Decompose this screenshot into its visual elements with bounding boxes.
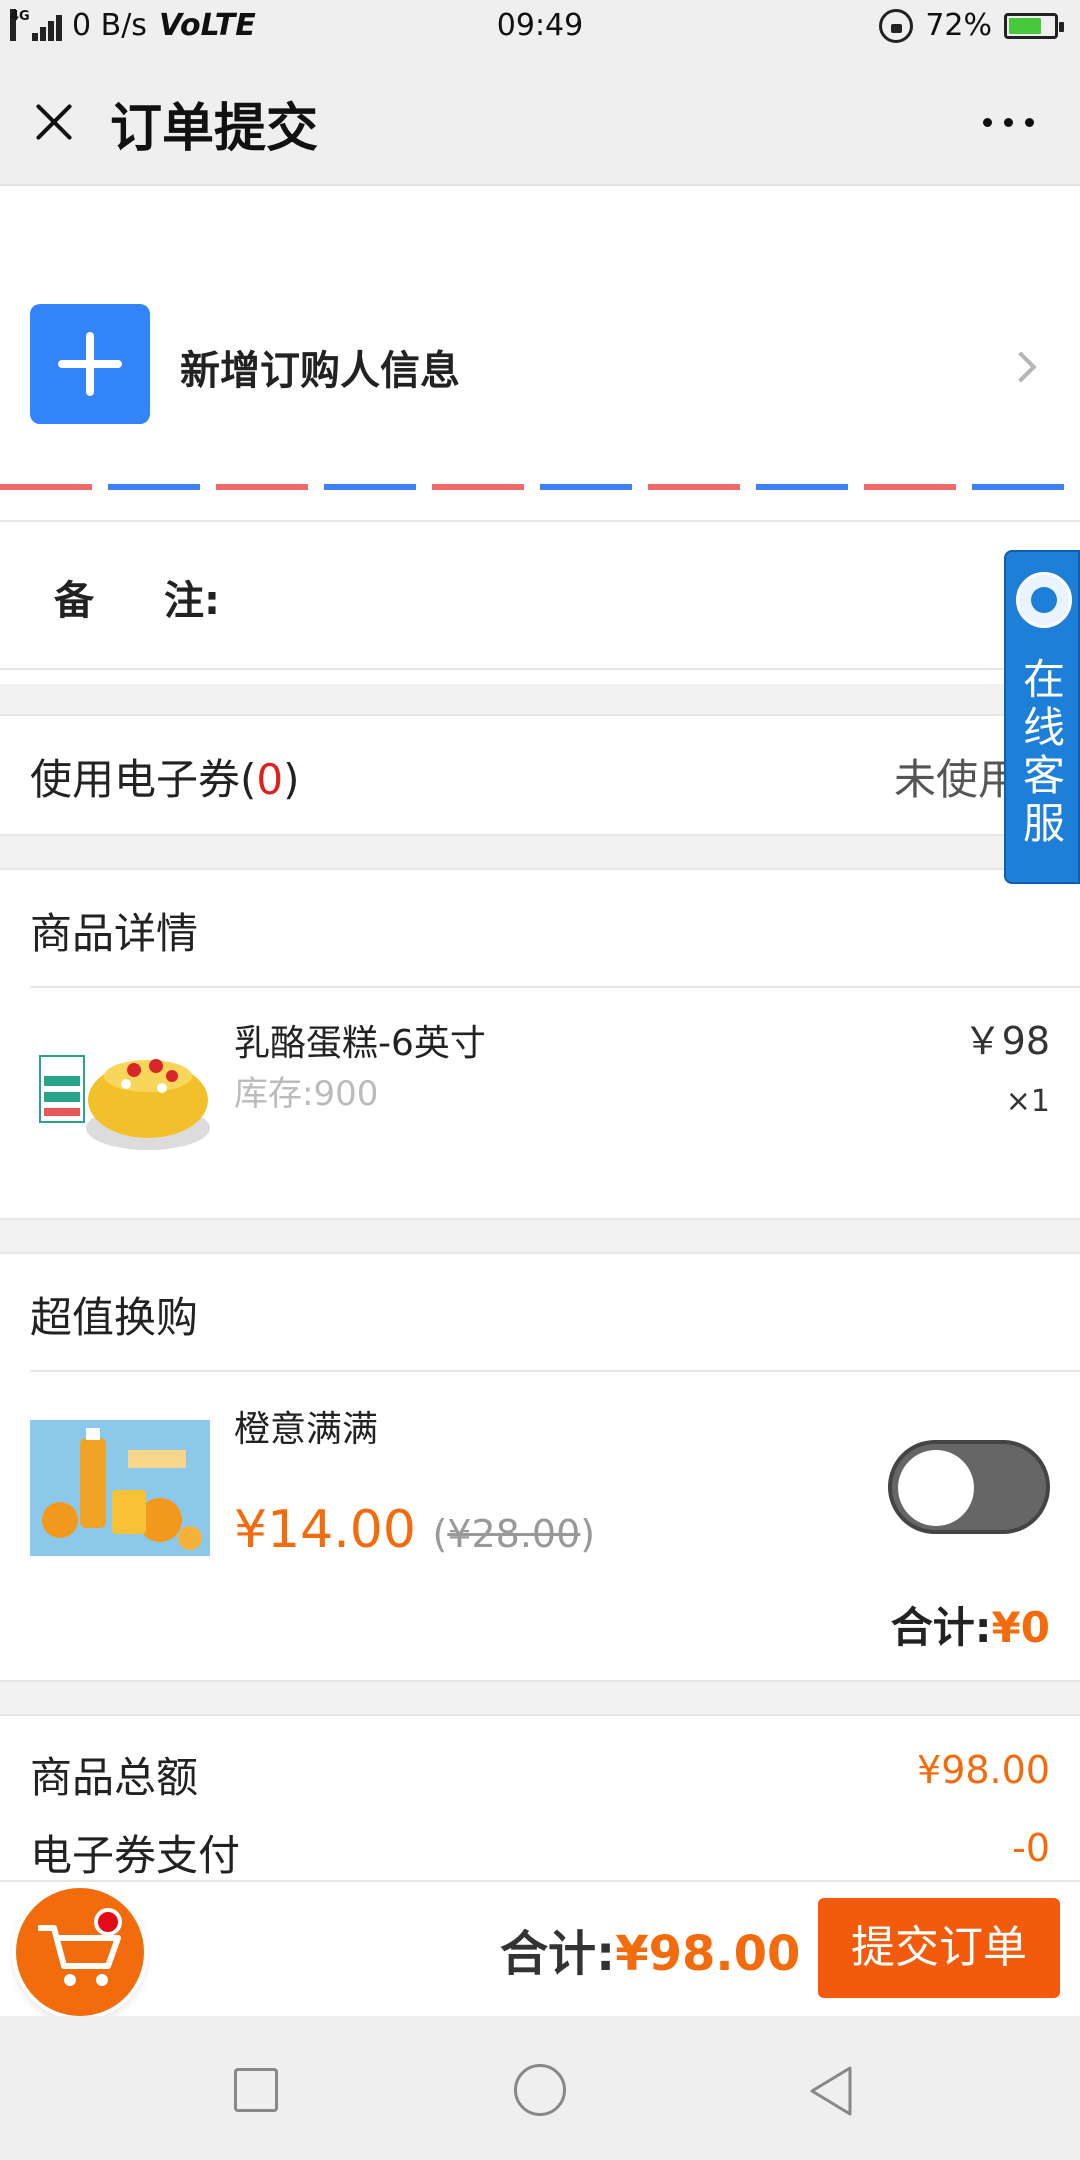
home-icon[interactable]: [514, 2064, 566, 2116]
coupon-label: 使用电子券(: [30, 755, 257, 804]
cart-badge: [94, 1908, 122, 1936]
juice-thumbnail: [30, 1420, 210, 1556]
swap-item-old-price: ¥28.00: [447, 1512, 581, 1556]
online-service-button[interactable]: 在线客服: [1004, 550, 1080, 884]
battery-icon: [1004, 12, 1064, 39]
product-name: 乳酪蛋糕-6英寸: [234, 1023, 486, 1064]
remark-label: 备 注:: [54, 568, 220, 626]
divider: [0, 714, 1080, 716]
app-header: 订单提交: [0, 56, 1080, 186]
coupon-status: 未使用: [894, 755, 1021, 804]
online-service-label: 在线客服: [1022, 655, 1065, 848]
divider: [0, 520, 1080, 522]
remark-input[interactable]: [250, 560, 970, 630]
section-gap: [0, 1220, 1080, 1252]
coupon-count: 0: [256, 755, 284, 804]
product-price: ￥98: [963, 1019, 1050, 1063]
chevron-right-icon: [1005, 351, 1037, 383]
swap-toggle[interactable]: [888, 1440, 1050, 1534]
coupon-pay-value: -0: [1012, 1826, 1050, 1870]
swap-total-label: 合计:: [890, 1603, 992, 1652]
rotation-lock-icon: [879, 8, 914, 43]
system-nav-bar: [0, 2016, 1080, 2160]
cart-button[interactable]: [16, 1888, 144, 2016]
coupon-row[interactable]: 使用电子券(0): [30, 746, 300, 807]
swap-item-price-row: ¥14.00 (¥28.00): [234, 1500, 596, 1560]
divider: [0, 868, 1080, 870]
more-icon[interactable]: [983, 118, 1034, 127]
divider: [0, 1252, 1080, 1254]
recent-apps-icon[interactable]: [234, 2068, 278, 2112]
toggle-knob: [898, 1450, 974, 1526]
divider: [30, 986, 1080, 988]
plus-icon: [30, 304, 150, 424]
add-buyer-row[interactable]: 新增订购人信息: [0, 280, 1080, 450]
battery-percent: 72%: [925, 8, 992, 43]
product-quantity: ×1: [1005, 1084, 1050, 1119]
add-buyer-label: 新增订购人信息: [180, 348, 460, 394]
swap-section-title: 超值换购: [30, 1293, 199, 1342]
coupon-pay-label: 电子券支付: [30, 1831, 241, 1880]
divider: [0, 668, 1080, 670]
section-gap: [0, 1682, 1080, 1714]
product-section-title: 商品详情: [30, 909, 199, 958]
order-total-label: 合计:: [500, 1926, 616, 1982]
airmail-border: [0, 484, 1080, 490]
status-bar: 4G 0 B/s VoLTE 09:49 72%: [0, 0, 1080, 56]
remark-label-b: 注:: [164, 578, 220, 624]
order-total-value: ¥98.00: [615, 1926, 801, 1982]
section-gap: [0, 836, 1080, 868]
goods-total-label: 商品总额: [30, 1753, 199, 1802]
swap-item-price: ¥14.00: [234, 1500, 416, 1560]
coupon-label-end: ): [283, 755, 300, 804]
remark-label-a: 备: [54, 578, 94, 624]
order-total: 合计:¥98.00: [500, 1914, 800, 1984]
section-gap: [0, 684, 1080, 714]
product-stock: 库存:900: [234, 1074, 379, 1114]
cake-thumbnail: [30, 1030, 210, 1160]
customer-service-icon: [1016, 572, 1072, 628]
divider: [30, 1370, 1080, 1372]
close-icon[interactable]: [32, 100, 76, 144]
submit-order-button[interactable]: 提交订单: [818, 1898, 1060, 1998]
back-icon[interactable]: [806, 2064, 856, 2118]
swap-total: 合计:¥0: [891, 1594, 1050, 1655]
divider: [0, 1714, 1080, 1716]
goods-total-value: ¥98.00: [917, 1748, 1050, 1792]
page-title: 订单提交: [110, 99, 319, 159]
swap-item-name: 橙意满满: [234, 1409, 379, 1450]
swap-total-value: ¥0: [991, 1603, 1050, 1652]
